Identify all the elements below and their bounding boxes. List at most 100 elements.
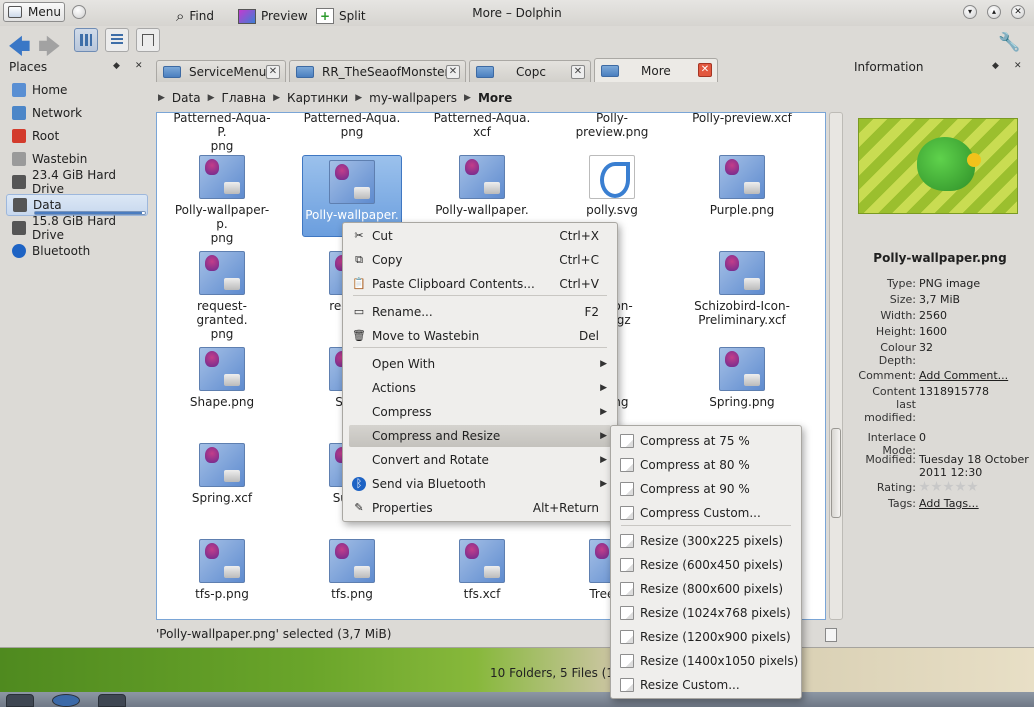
submenu-item-resize-1024x768-pixels[interactable]: Resize (1024x768 pixels) <box>617 602 795 624</box>
file-item[interactable]: Shape.png <box>172 347 272 409</box>
maximize-icon[interactable]: ▴ <box>987 5 1001 19</box>
details-view-button[interactable] <box>105 28 129 52</box>
star-icon[interactable] <box>919 481 930 492</box>
menu-item-compress[interactable]: Compress ▶ <box>349 401 611 423</box>
taskbar-button[interactable] <box>52 694 80 707</box>
submenu-item-resize-600x450-pixels[interactable]: Resize (600x450 pixels) <box>617 554 795 576</box>
image-file-icon <box>459 539 505 583</box>
file-item[interactable]: Polly-wallpaper-p. png <box>172 155 272 245</box>
breadcrumb-item[interactable]: More <box>474 91 516 105</box>
taskbar-button[interactable] <box>98 694 126 707</box>
tab-copc[interactable]: Copc ✕ <box>469 60 591 82</box>
submenu-item-resize-1200x900-pixels[interactable]: Resize (1200x900 pixels) <box>617 626 795 648</box>
sidebar-item-label: Home <box>32 83 68 97</box>
preview-button[interactable]: Preview <box>238 4 308 28</box>
file-item[interactable]: request-granted. png <box>172 251 272 341</box>
file-item[interactable]: Polly-preview.xcf <box>692 113 792 125</box>
sidebar-item-data[interactable]: Data <box>6 194 148 216</box>
sidebar-item-root[interactable]: Root <box>6 125 148 147</box>
menu-item-properties[interactable]: ✎ Properties Alt+Return <box>349 497 611 519</box>
columns-view-button[interactable] <box>136 28 160 52</box>
menu-item-copy[interactable]: ⧉ Copy Ctrl+C <box>349 249 611 271</box>
sidebar-item-home[interactable]: Home <box>6 79 148 101</box>
menu-item-label: Compress <box>372 405 432 419</box>
close-icon[interactable]: ✕ <box>1011 5 1025 19</box>
panel-float-icon[interactable]: ◆ <box>992 61 999 71</box>
binoculars-icon: ⌕ <box>176 7 185 25</box>
sidebar-item-network[interactable]: Network <box>6 102 148 124</box>
file-item[interactable]: Spring.xcf <box>172 443 272 505</box>
menu-item-paste-clipboard-contents[interactable]: 📋 Paste Clipboard Contents... Ctrl+V <box>349 273 611 295</box>
file-item[interactable]: tfs.xcf <box>432 539 532 601</box>
scissors-icon: ✂ <box>354 229 364 242</box>
star-icon[interactable] <box>931 481 942 492</box>
star-icon[interactable] <box>943 481 954 492</box>
file-item[interactable]: Purple.png <box>692 155 792 217</box>
star-icon[interactable] <box>955 481 966 492</box>
file-item[interactable]: Patterned-Aqua. png <box>302 113 402 139</box>
image-document-icon <box>620 434 634 448</box>
info-link[interactable]: Add Tags... <box>919 497 1029 510</box>
submenu-item-compress-at-80[interactable]: Compress at 80 % <box>617 454 795 476</box>
tab-close-icon[interactable]: ✕ <box>571 65 585 79</box>
submenu-item-compress-at-90[interactable]: Compress at 90 % <box>617 478 795 500</box>
taskbar-button[interactable] <box>6 694 34 707</box>
menu-item-send-via-bluetooth[interactable]: ᛒ Send via Bluetooth ▶ <box>349 473 611 495</box>
submenu-item-compress-at-75[interactable]: Compress at 75 % <box>617 430 795 452</box>
submenu-item-resize-custom[interactable]: Resize Custom... <box>617 674 795 696</box>
submenu-item-compress-custom[interactable]: Compress Custom... <box>617 502 795 524</box>
hard-drive-icon <box>12 221 26 235</box>
panel-close-icon[interactable]: ✕ <box>1014 61 1022 71</box>
info-link[interactable]: Add Comment... <box>919 369 1029 382</box>
menu-item-open-with[interactable]: Open With ▶ <box>349 353 611 375</box>
info-value: PNG image <box>919 277 981 290</box>
split-button[interactable]: + Split <box>316 4 366 28</box>
menu-item-cut[interactable]: ✂ Cut Ctrl+X <box>349 225 611 247</box>
sidebar-item-23-4-gib-hard-drive[interactable]: 23.4 GiB Hard Drive <box>6 168 148 196</box>
menu-item-actions[interactable]: Actions ▶ <box>349 377 611 399</box>
submenu-item-label: Compress at 80 % <box>640 458 750 472</box>
tab-close-icon[interactable]: ✕ <box>446 65 460 79</box>
breadcrumb-item[interactable]: my-wallpapers <box>365 91 461 105</box>
find-button[interactable]: ⌕ Find <box>176 4 214 28</box>
minimize-icon[interactable]: ▾ <box>963 5 977 19</box>
tab-rr-theseaofmonster[interactable]: RR_TheSeaofMonster ✕ <box>289 60 466 82</box>
file-item[interactable]: tfs-p.png <box>172 539 272 601</box>
icons-view-button[interactable] <box>74 28 98 52</box>
vertical-scrollbar[interactable] <box>829 112 843 620</box>
panel-close-icon[interactable]: ✕ <box>135 61 143 71</box>
menu-item-rename[interactable]: ▭ Rename... F2 <box>349 301 611 323</box>
file-item[interactable]: Schizobird-Icon- Preliminary.xcf <box>692 251 792 327</box>
sidebar-item-bluetooth[interactable]: Bluetooth <box>6 240 148 262</box>
breadcrumb-item[interactable]: Картинки <box>283 91 352 105</box>
file-name: tfs-p.png <box>195 587 249 601</box>
panel-float-icon[interactable]: ◆ <box>113 61 120 71</box>
tab-close-icon[interactable]: ✕ <box>698 63 712 77</box>
info-value: 32 <box>919 341 933 354</box>
menu-item-convert-and-rotate[interactable]: Convert and Rotate ▶ <box>349 449 611 471</box>
menu-item-compress-and-resize[interactable]: Compress and Resize ▶ <box>349 425 611 447</box>
file-item[interactable]: Patterned-Aqua. xcf <box>432 113 532 139</box>
file-item[interactable]: Patterned-Aqua-P. png <box>172 113 272 153</box>
tab-more[interactable]: More ✕ <box>594 58 718 82</box>
file-item[interactable]: polly.svg <box>562 155 662 217</box>
sidebar-item-15-8-gib-hard-drive[interactable]: 15.8 GiB Hard Drive <box>6 214 148 242</box>
submenu-item-resize-300x225-pixels[interactable]: Resize (300x225 pixels) <box>617 530 795 552</box>
file-item[interactable]: Polly-preview.png <box>562 113 662 139</box>
breadcrumb-item[interactable]: Data <box>168 91 205 105</box>
info-file-name: Polly-wallpaper.png <box>873 251 1007 265</box>
file-item[interactable]: Spring.png <box>692 347 792 409</box>
tools-icon[interactable]: 🔧 <box>998 32 1020 53</box>
breadcrumb-item[interactable]: Главна <box>218 91 271 105</box>
sidebar-item-wastebin[interactable]: Wastebin <box>6 148 148 170</box>
scrollbar-thumb[interactable] <box>831 428 841 518</box>
submenu-item-resize-1400x1050-pixels[interactable]: Resize (1400x1050 pixels) <box>617 650 798 672</box>
star-icon[interactable] <box>967 481 978 492</box>
menu-item-move-to-wastebin[interactable]: 🗑 Move to Wastebin Del <box>349 325 611 347</box>
tab-servicemenus[interactable]: ServiceMenus ✕ <box>156 60 286 82</box>
rating-stars[interactable] <box>919 481 1029 495</box>
tab-close-icon[interactable]: ✕ <box>266 65 280 79</box>
file-item[interactable]: Polly-wallpaper. <box>432 155 532 217</box>
file-item[interactable]: tfs.png <box>302 539 402 601</box>
submenu-item-resize-800x600-pixels[interactable]: Resize (800x600 pixels) <box>617 578 795 600</box>
